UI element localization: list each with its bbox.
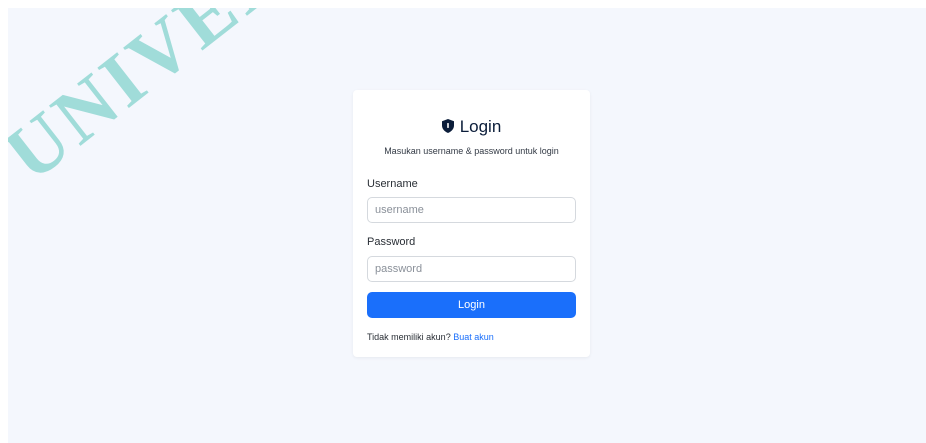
login-subtitle: Masukan username & password untuk login	[384, 146, 559, 156]
username-label: Username	[367, 178, 418, 190]
create-account-link[interactable]: Buat akun	[453, 332, 494, 342]
login-button[interactable]: Login	[367, 292, 576, 318]
login-card: Login Masukan username & password untuk …	[353, 90, 590, 357]
password-label: Password	[367, 236, 416, 248]
page-background: UNIVERSITAS YOU Login Masukan username &…	[8, 8, 926, 443]
card-title: Login	[353, 117, 590, 137]
signup-prompt-text: Tidak memiliki akun?	[367, 332, 451, 342]
login-title-text: Login	[459, 117, 502, 136]
password-input[interactable]	[367, 256, 576, 282]
signup-prompt: Tidak memiliki akun? Buat akun	[367, 332, 494, 342]
username-input[interactable]	[367, 197, 576, 223]
shield-icon	[441, 119, 454, 133]
